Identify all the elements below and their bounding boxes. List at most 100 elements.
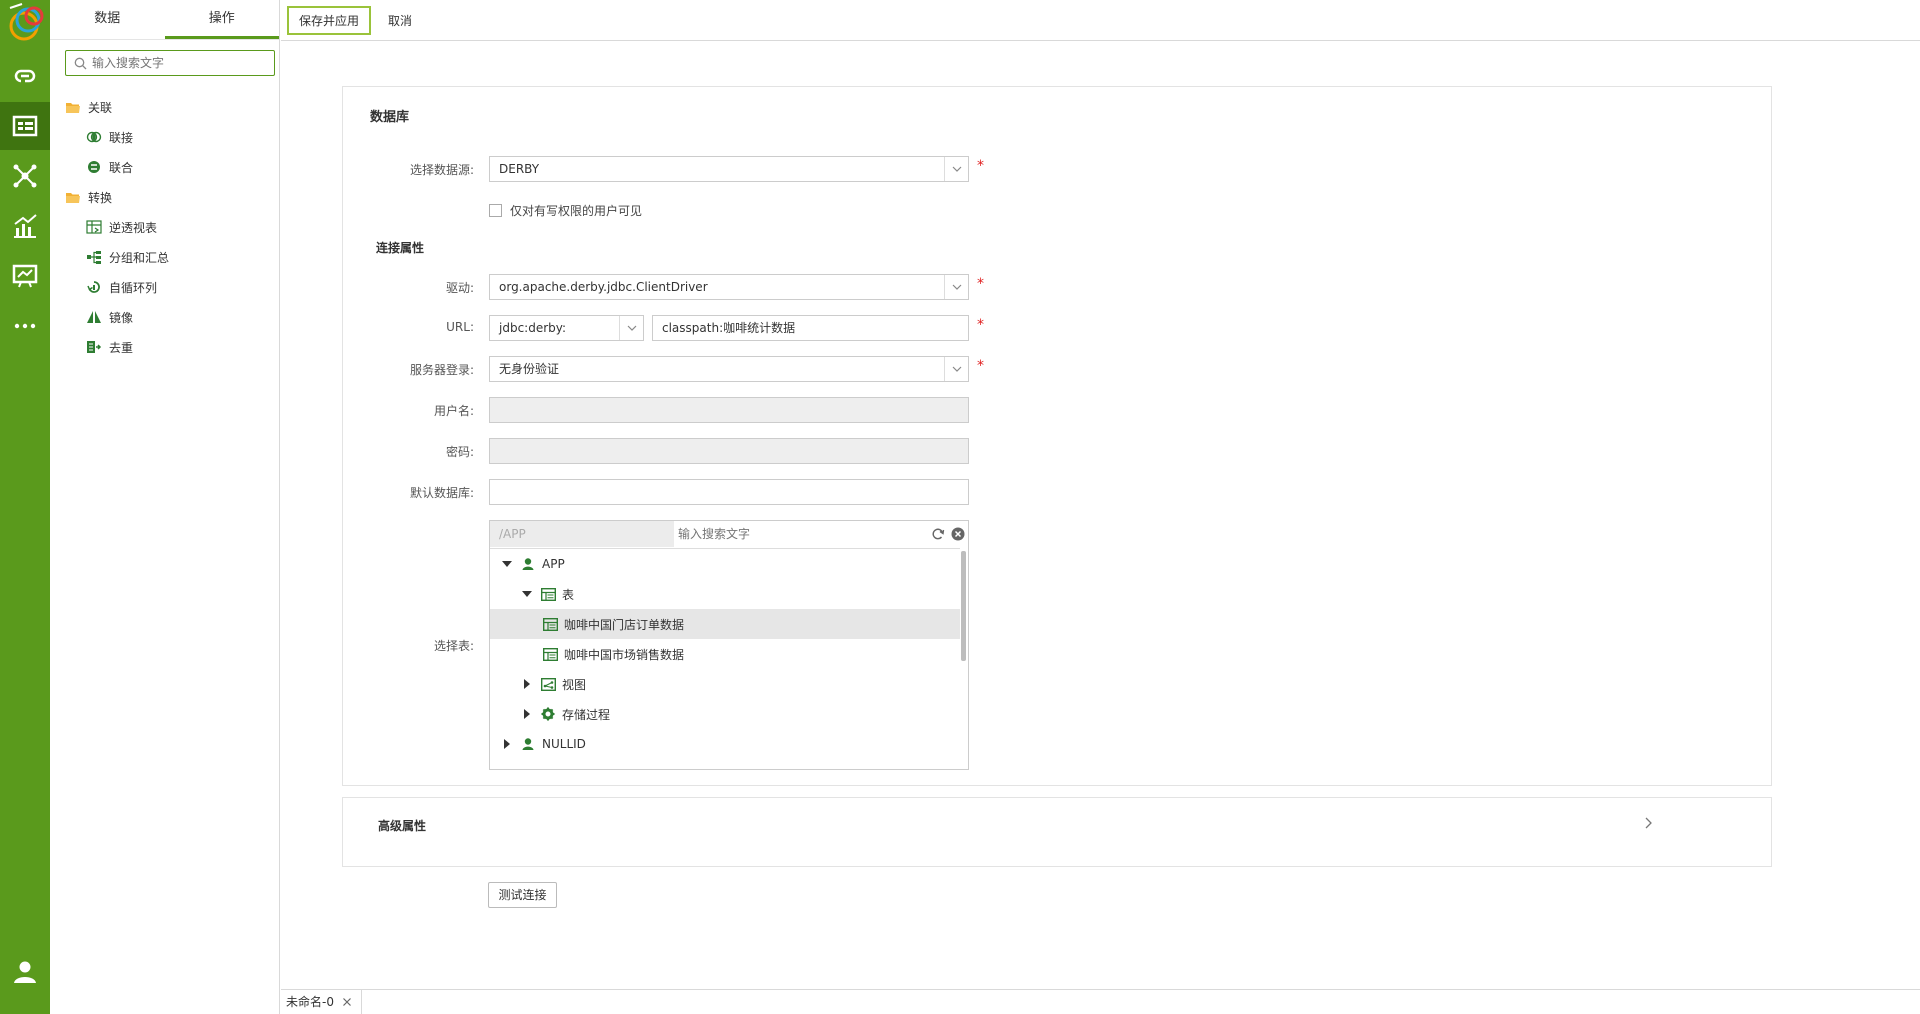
app-logo-icon[interactable] — [4, 2, 48, 44]
username-field[interactable] — [489, 397, 969, 423]
required-mark: * — [977, 158, 984, 174]
dedupe-icon — [85, 340, 103, 354]
tab-operations[interactable]: 操作 — [164, 0, 279, 39]
datasource-value: DERBY — [499, 162, 540, 176]
password-label: 密码: — [445, 445, 474, 459]
tree-row-label: NULLID — [542, 737, 586, 751]
rail-dataset-icon[interactable] — [0, 102, 50, 150]
tree-item-label: 镜像 — [109, 310, 134, 325]
tree-group-label: 转换 — [88, 190, 113, 205]
close-icon[interactable] — [341, 996, 353, 1008]
table-icon — [540, 587, 556, 601]
table-search-input[interactable] — [678, 525, 918, 543]
login-label: 服务器登录: — [409, 363, 474, 377]
dataset-icon — [12, 115, 38, 137]
tree-row-table-store-orders[interactable]: 咖啡中国门店订单数据 — [490, 609, 960, 639]
driver-label: 驱动: — [445, 281, 474, 295]
tree-item-unpivot[interactable]: 逆透视表 — [50, 212, 280, 242]
url-input[interactable]: classpath:咖啡统计数据 — [652, 315, 969, 341]
procedure-icon — [540, 707, 556, 721]
tab-data[interactable]: 数据 — [50, 0, 165, 39]
tab-divider — [361, 990, 362, 1014]
url-prefix-select[interactable]: jdbc:derby: — [489, 315, 644, 341]
chevron-down-icon[interactable] — [944, 357, 968, 381]
tree-group-transform[interactable]: 转换 — [50, 182, 280, 212]
side-search-input[interactable] — [92, 54, 268, 72]
write-only-checkbox[interactable] — [489, 204, 502, 217]
rail-dashboard-icon[interactable] — [0, 252, 50, 300]
chevron-down-icon[interactable] — [944, 157, 968, 181]
tree-row-label: 咖啡中国市场销售数据 — [564, 647, 685, 662]
tree-item-mirror[interactable]: 镜像 — [50, 302, 280, 332]
caret-right-icon[interactable] — [502, 739, 512, 749]
section-title-database: 数据库 — [370, 110, 410, 125]
default-db-field[interactable] — [489, 479, 969, 505]
clear-icon[interactable] — [951, 527, 965, 541]
password-field[interactable] — [489, 438, 969, 464]
tree-item-label: 去重 — [109, 340, 134, 355]
tree-row-label: 存储过程 — [562, 707, 611, 722]
tree-row-table-market-sales[interactable]: 咖啡中国市场销售数据 — [490, 639, 960, 669]
rail-user-icon[interactable] — [0, 948, 50, 996]
search-icon — [74, 57, 87, 70]
test-connection-button[interactable]: 测试连接 — [488, 882, 557, 908]
section-title-connection: 连接属性 — [376, 241, 425, 255]
advanced-card[interactable] — [342, 797, 1772, 867]
unpivot-icon — [85, 220, 103, 234]
tree-row-label: 表 — [562, 587, 575, 602]
tree-group-relate[interactable]: 关联 — [50, 92, 280, 122]
cancel-button[interactable]: 取消 — [376, 6, 424, 35]
caret-down-icon[interactable] — [522, 589, 532, 599]
link-icon — [14, 69, 36, 83]
union-icon — [85, 160, 103, 174]
chevron-right-icon[interactable] — [1642, 817, 1654, 829]
rail-network-icon[interactable] — [0, 152, 50, 200]
tree-row-procedures[interactable]: 存储过程 — [490, 699, 960, 729]
tree-item-union[interactable]: 联合 — [50, 152, 280, 182]
caret-right-icon[interactable] — [522, 709, 532, 719]
schema-icon — [520, 737, 536, 751]
username-label: 用户名: — [433, 404, 474, 418]
required-mark: * — [977, 317, 984, 333]
datasource-select[interactable]: DERBY — [489, 156, 969, 182]
user-icon — [14, 961, 36, 983]
view-icon — [540, 677, 556, 691]
join-icon — [85, 130, 103, 144]
tree-row-nullid[interactable]: NULLID — [490, 729, 960, 759]
tab-untitled[interactable]: 未命名-0 — [281, 990, 334, 1014]
rail-more-icon[interactable] — [0, 302, 50, 350]
schema-icon — [520, 557, 536, 571]
tree-item-label: 逆透视表 — [109, 220, 158, 235]
folder-icon — [64, 190, 82, 204]
tree-item-label: 自循环列 — [109, 280, 158, 295]
rail-link-icon[interactable] — [0, 52, 50, 100]
table-scrollbar[interactable] — [961, 551, 966, 661]
caret-down-icon[interactable] — [502, 559, 512, 569]
tree-group-label: 关联 — [88, 100, 113, 115]
driver-select[interactable]: org.apache.derby.jdbc.ClientDriver — [489, 274, 969, 300]
tree-row-views[interactable]: 视图 — [490, 669, 960, 699]
tree-item-label: 分组和汇总 — [109, 250, 170, 265]
tree-item-self-loop[interactable]: 自循环列 — [50, 272, 280, 302]
tree-item-group-summary[interactable]: 分组和汇总 — [50, 242, 280, 272]
login-select[interactable]: 无身份验证 — [489, 356, 969, 382]
bottom-tab-strip: 未命名-0 — [281, 989, 1920, 1014]
tree-row-app[interactable]: APP — [490, 549, 960, 579]
caret-right-icon[interactable] — [522, 679, 532, 689]
side-panel: 数据 操作 关联 联接 联合 转换 逆透视表 分组和汇总 — [50, 0, 280, 1014]
side-search-box[interactable] — [65, 50, 275, 76]
tree-row-tables[interactable]: 表 — [490, 579, 960, 609]
chevron-down-icon[interactable] — [944, 275, 968, 299]
app-rail — [0, 0, 50, 1014]
refresh-icon[interactable] — [931, 527, 945, 541]
tree-row-label: 咖啡中国门店订单数据 — [564, 617, 685, 632]
login-value: 无身份验证 — [499, 362, 560, 376]
table-icon — [542, 617, 558, 631]
required-mark: * — [977, 276, 984, 292]
rail-chart-icon[interactable] — [0, 202, 50, 250]
save-apply-button[interactable]: 保存并应用 — [287, 6, 372, 35]
tree-item-dedupe[interactable]: 去重 — [50, 332, 280, 362]
tree-item-join[interactable]: 联接 — [50, 122, 280, 152]
operations-tree: 关联 联接 联合 转换 逆透视表 分组和汇总 自循环列 镜像 去重 — [50, 92, 280, 362]
chevron-down-icon[interactable] — [619, 316, 643, 340]
